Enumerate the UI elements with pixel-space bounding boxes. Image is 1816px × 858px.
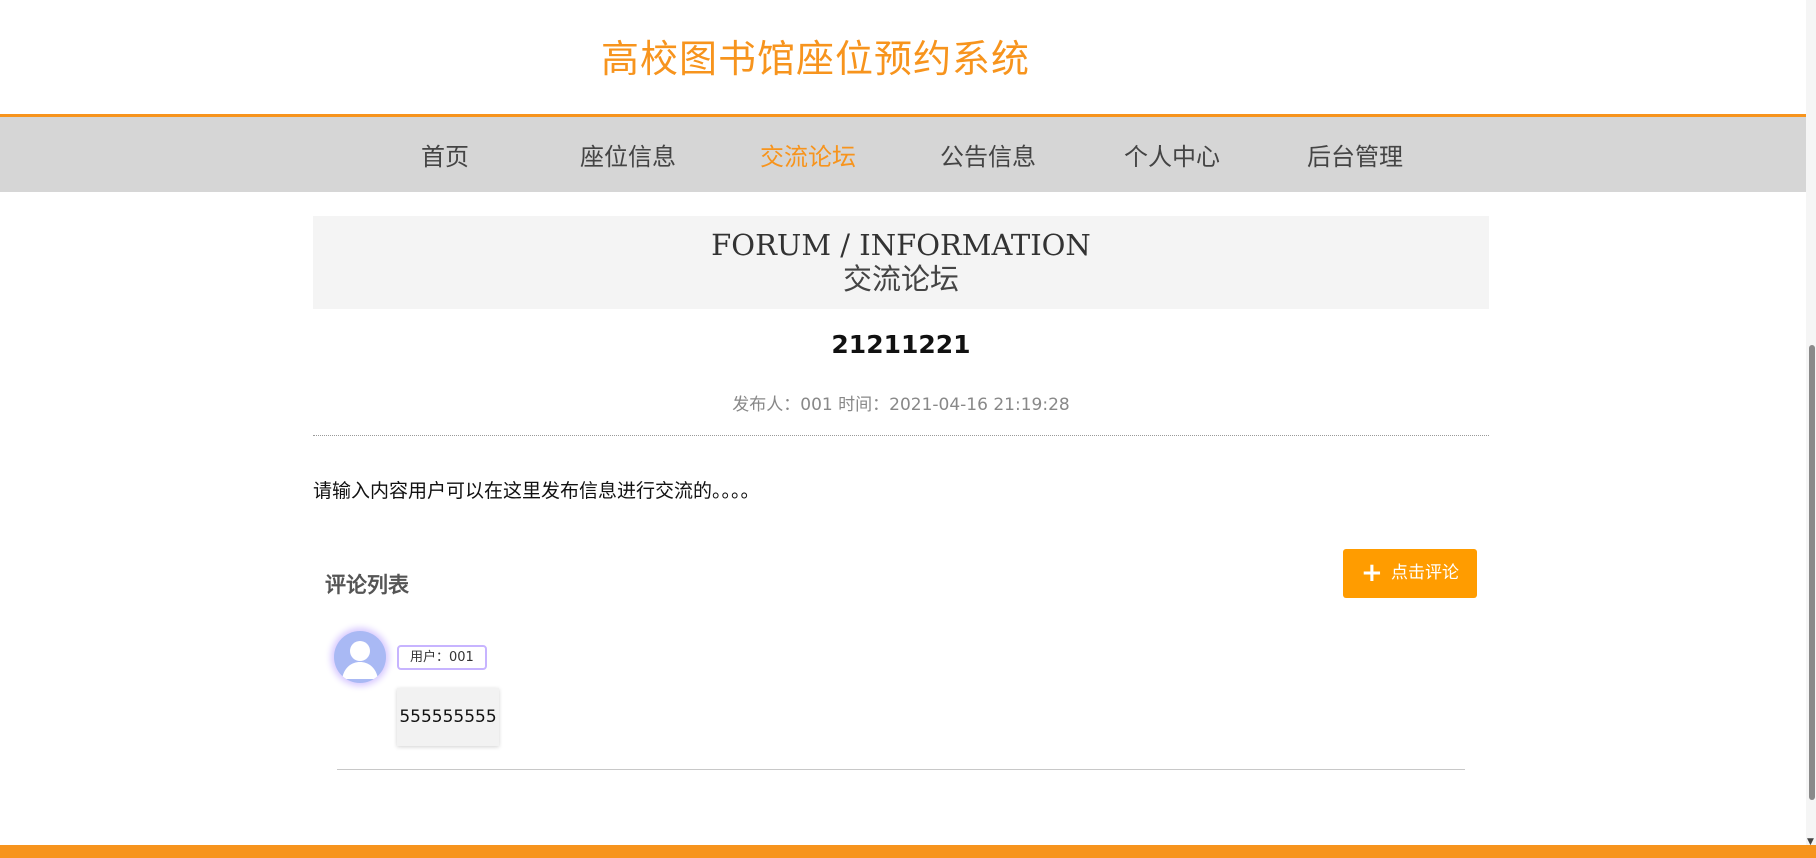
post-separator [313,435,1489,436]
main-navbar: 首页 座位信息 交流论坛 公告信息 个人中心 后台管理 [0,117,1806,192]
post-content: 请输入内容用户可以在这里发布信息进行交流的。。。。 [313,480,760,502]
avatar [334,631,386,683]
add-comment-button[interactable]: + 点击评论 [1343,549,1477,598]
comment-divider [337,769,1465,770]
post-meta: 发布人：001 时间：2021-04-16 21:19:28 [732,395,1070,415]
site-title: 高校图书馆座位预约系统 [601,37,1031,81]
add-comment-label: 点击评论 [1391,563,1459,583]
user-icon [342,641,378,679]
nav-item-announcements[interactable]: 公告信息 [940,137,1036,172]
plus-icon: + [1361,558,1383,588]
post-title: 21211221 [831,330,971,359]
scrollbar-thumb[interactable] [1809,345,1815,800]
banner-title-cn: 交流论坛 [842,262,959,296]
scroll-down-icon[interactable]: ▼ [1807,838,1814,847]
footer-bar [0,845,1816,858]
nav-item-admin[interactable]: 后台管理 [1307,137,1403,172]
nav-item-home[interactable]: 首页 [421,137,469,172]
comment-user-tag: 用户：001 [397,645,487,670]
section-banner: FORUM / INFORMATION 交流论坛 [313,216,1489,309]
nav-item-personal-center[interactable]: 个人中心 [1124,137,1220,172]
comments-heading: 评论列表 [325,573,409,597]
banner-title-en: FORUM / INFORMATION [711,228,1091,262]
comment-text: 555555555 [397,688,499,746]
nav-item-seats[interactable]: 座位信息 [580,137,676,172]
nav-item-forum[interactable]: 交流论坛 [760,137,856,172]
